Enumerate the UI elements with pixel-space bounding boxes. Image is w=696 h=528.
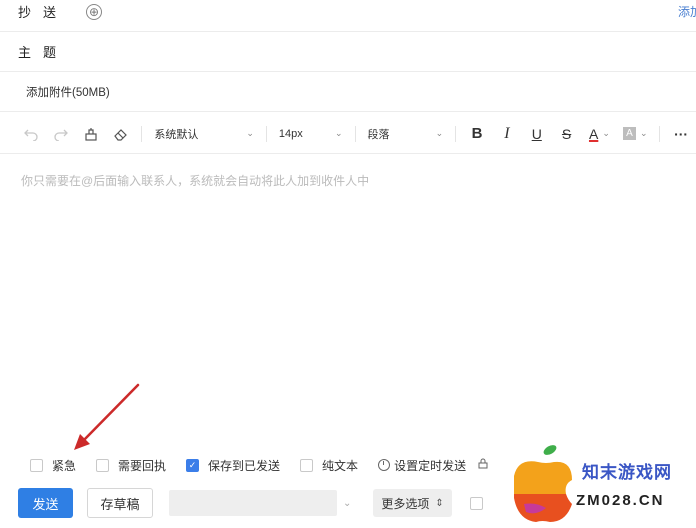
- save-draft-button[interactable]: 存草稿: [87, 488, 153, 518]
- save-sent-label: 保存到已发送: [208, 458, 281, 473]
- plain-text-option[interactable]: 纯文本: [300, 457, 358, 474]
- add-link[interactable]: 添加: [678, 3, 696, 20]
- eraser-icon[interactable]: [106, 119, 136, 149]
- send-button[interactable]: 发送: [18, 488, 73, 518]
- chevron-down-icon: ⌄: [639, 128, 648, 138]
- undo-icon[interactable]: [16, 119, 46, 149]
- urgent-option[interactable]: 紧急: [30, 457, 76, 474]
- receipt-option[interactable]: 需要回执: [96, 457, 166, 474]
- more-options-label: 更多选项: [381, 496, 430, 511]
- add-attachment-link[interactable]: 添加附件(50MB): [26, 84, 110, 100]
- lock-icon: [478, 458, 488, 472]
- schedule-send-label: 设置定时发送: [394, 458, 467, 473]
- underline-button[interactable]: U: [522, 119, 552, 149]
- paragraph-value: 段落: [367, 128, 390, 141]
- receipt-label: 需要回执: [118, 458, 167, 473]
- bold-button[interactable]: B: [462, 119, 492, 149]
- schedule-send-option[interactable]: 设置定时发送: [378, 457, 466, 474]
- more-options-button[interactable]: 更多选项 ⇕: [373, 489, 452, 517]
- watermark: 知末游戏网 ZM028.CN: [506, 442, 696, 525]
- italic-button[interactable]: I: [492, 119, 522, 149]
- cc-row: 抄送 ⊕ 添加: [0, 0, 696, 32]
- editor-toolbar: 系统默认 ⌄ 14px ⌄ 段落 ⌄ B I U S A ⌄ A ⌄ ···: [0, 114, 696, 154]
- attachment-row: 添加附件(50MB): [0, 72, 696, 112]
- font-size-select[interactable]: 14px ⌄: [273, 128, 349, 140]
- apple-logo-icon: [514, 445, 572, 522]
- font-color-button[interactable]: A ⌄: [582, 119, 618, 149]
- paragraph-select[interactable]: 段落 ⌄: [362, 126, 450, 142]
- font-size-value: 14px: [278, 127, 303, 140]
- subject-row[interactable]: 主题: [0, 32, 696, 72]
- toolbar-divider: [659, 125, 661, 142]
- format-painter-icon[interactable]: [76, 119, 106, 149]
- toolbar-divider: [354, 125, 356, 142]
- chevron-down-icon: ⌄: [334, 128, 343, 138]
- urgent-checkbox[interactable]: [30, 458, 43, 472]
- toolbar-divider: [265, 125, 267, 142]
- sender-select[interactable]: [169, 490, 337, 516]
- lock-option[interactable]: [478, 458, 488, 472]
- cc-label: 抄送: [18, 5, 69, 20]
- font-family-select[interactable]: 系统默认 ⌄: [148, 126, 259, 142]
- save-sent-option[interactable]: ✓ 保存到已发送: [186, 457, 280, 474]
- chevron-down-icon: ⌄: [435, 128, 444, 138]
- editor-placeholder: 你只需要在@后面输入联系人，系统就会自动将此人加到收件人中: [21, 174, 370, 188]
- chevron-down-icon: ⌄: [343, 497, 352, 509]
- background-color-button[interactable]: A ⌄: [617, 119, 653, 149]
- annotation-arrow: [74, 383, 140, 450]
- chevron-down-icon: ⌄: [246, 128, 254, 138]
- font-color-icon: A: [588, 125, 599, 142]
- font-family-value: 系统默认: [154, 128, 199, 141]
- add-cc-icon[interactable]: ⊕: [86, 3, 102, 20]
- chevron-down-icon: ⌄: [602, 128, 610, 138]
- strikethrough-button[interactable]: S: [552, 119, 582, 149]
- toolbar-divider: [141, 125, 143, 142]
- subject-label: 主题: [18, 45, 69, 60]
- more-tools-icon[interactable]: ···: [666, 119, 696, 149]
- clock-icon: [378, 459, 391, 471]
- urgent-label: 紧急: [52, 458, 77, 473]
- highlight-icon: A: [622, 127, 636, 140]
- watermark-domain-text: ZM028.CN: [576, 492, 665, 509]
- toolbar-divider: [455, 125, 457, 142]
- extra-option-checkbox[interactable]: [469, 496, 483, 510]
- save-sent-checkbox[interactable]: ✓: [186, 458, 200, 472]
- plain-text-checkbox[interactable]: [300, 458, 314, 472]
- chevron-updown-icon: ⇕: [435, 497, 444, 509]
- redo-icon[interactable]: [46, 119, 76, 149]
- plain-text-label: 纯文本: [322, 458, 359, 473]
- watermark-cn-text: 知末游戏网: [582, 463, 672, 482]
- receipt-checkbox[interactable]: [96, 458, 110, 472]
